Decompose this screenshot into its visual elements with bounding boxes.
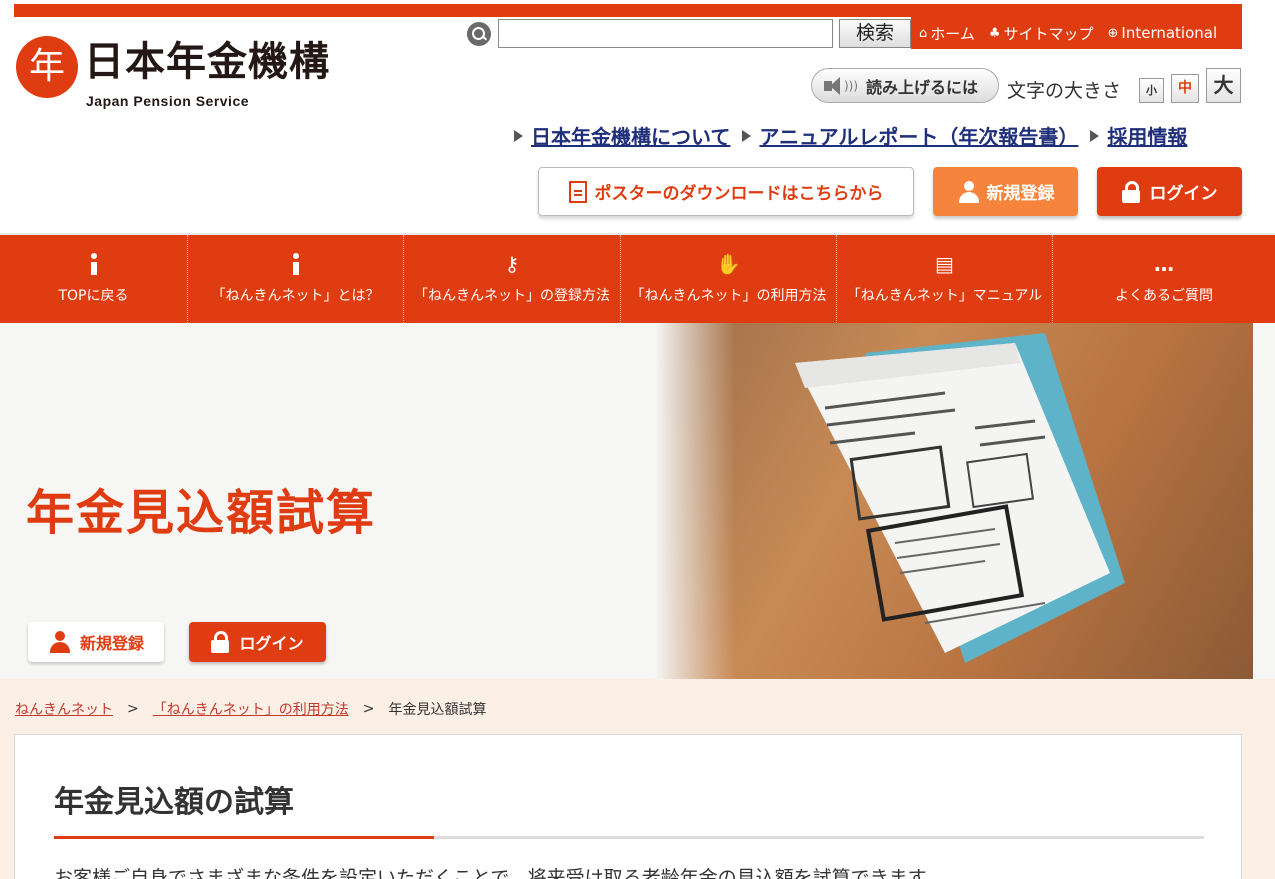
international-link[interactable]: ⊕ International xyxy=(1108,24,1218,42)
international-link-label: International xyxy=(1121,24,1218,42)
breadcrumb-separator: > xyxy=(362,701,375,717)
register-label: 新規登録 xyxy=(986,184,1055,204)
logo-title: 日本年金機構 xyxy=(84,39,330,85)
info-icon xyxy=(292,253,300,275)
nav-item-label: 「ねんきんネット」の登録方法 xyxy=(414,288,610,304)
booklet-image xyxy=(795,333,1125,663)
font-size-large-button[interactable]: 大 xyxy=(1206,68,1241,103)
hero-banner: 年金見込額試算 新規登録 ログイン xyxy=(0,323,1275,679)
logo-subtitle: Japan Pension Service xyxy=(86,93,250,109)
content-area: ねんきんネット > 「ねんきんネット」の利用方法 > 年金見込額試算 年金見込額… xyxy=(0,679,1275,879)
hero-login-button[interactable]: ログイン xyxy=(189,622,326,662)
font-size-medium-button[interactable]: 中 xyxy=(1171,74,1199,103)
person-icon xyxy=(957,180,981,203)
utility-nav: ⌂ ホーム ♣ サイトマップ ⊕ International xyxy=(911,17,1242,49)
breadcrumb-current: 年金見込額試算 xyxy=(388,702,487,718)
lock-icon xyxy=(211,631,230,653)
title-divider-accent xyxy=(54,836,434,839)
intro-text: お客様ご自身でさまざまな条件を設定いただくことで、将来受け取る老齢年金の見込額を… xyxy=(54,867,944,879)
nav-item-usage[interactable]: ✋ 「ねんきんネット」の利用方法 xyxy=(621,235,837,323)
triangle-right-icon xyxy=(514,129,523,142)
search-icon xyxy=(467,22,491,46)
login-label: ログイン xyxy=(1149,184,1218,204)
recruitment-label: 採用情報 xyxy=(1107,125,1188,149)
breadcrumb-separator: > xyxy=(127,701,139,717)
nav-item-top[interactable]: TOPに戻る xyxy=(0,235,188,323)
hero-photo xyxy=(655,323,1253,679)
hero-register-button[interactable]: 新規登録 xyxy=(28,622,164,662)
home-link-label: ホーム xyxy=(930,24,975,43)
logo-mark-icon: 年 xyxy=(16,36,78,98)
font-size-small-button[interactable]: 小 xyxy=(1139,78,1164,103)
info-icon xyxy=(90,253,98,275)
manual-icon: ▤ xyxy=(935,252,954,276)
sitemap-link-label: サイトマップ xyxy=(1003,24,1094,43)
font-size-label: 文字の大きさ xyxy=(1007,80,1122,102)
breadcrumb-link-usage[interactable]: 「ねんきんネット」の利用方法 xyxy=(153,699,349,719)
about-org-label: 日本年金機構について xyxy=(531,125,731,149)
read-aloud-label: 読み上げるには xyxy=(866,77,979,97)
poster-download-label: ポスターのダウンロードはこちらから xyxy=(594,184,884,204)
about-org-link[interactable]: 日本年金機構について xyxy=(514,121,730,150)
main-nav: TOPに戻る 「ねんきんネット」とは？ ⚷ 「ねんきんネット」の登録方法 ✋ 「… xyxy=(0,233,1275,323)
triangle-right-icon xyxy=(742,129,752,142)
home-link[interactable]: ⌂ ホーム xyxy=(919,23,975,44)
lock-icon xyxy=(1121,180,1140,203)
register-button[interactable]: 新規登録 xyxy=(933,167,1078,216)
hero-title: 年金見込額試算 xyxy=(26,485,377,541)
breadcrumb: ねんきんネット > 「ねんきんネット」の利用方法 > 年金見込額試算 xyxy=(15,699,486,719)
document-icon xyxy=(568,180,587,203)
triangle-right-icon xyxy=(1090,129,1100,142)
page-title: 年金見込額の試算 xyxy=(54,785,294,820)
login-button[interactable]: ログイン xyxy=(1097,167,1242,216)
hand-icon: ✋ xyxy=(716,252,741,276)
nav-item-faq[interactable]: … よくあるご質問 xyxy=(1053,235,1275,323)
nav-item-manual[interactable]: ▤ 「ねんきんネット」マニュアル xyxy=(837,235,1053,323)
hero-register-label: 新規登録 xyxy=(79,634,144,653)
sitemap-icon: ♣ xyxy=(988,25,1001,41)
annual-report-link[interactable]: アニュアルレポート（年次報告書） xyxy=(742,121,1078,150)
breadcrumb-link-nenkin-net[interactable]: ねんきんネット xyxy=(15,699,113,719)
annual-report-label: アニュアルレポート（年次報告書） xyxy=(759,125,1079,149)
search-input[interactable] xyxy=(498,19,833,48)
faq-icon: … xyxy=(1154,252,1174,276)
poster-download-button[interactable]: ポスターのダウンロードはこちらから xyxy=(538,167,914,216)
content-card: 年金見込額の試算 お客様ご自身でさまざまな条件を設定いただくことで、将来受け取る… xyxy=(14,734,1242,879)
read-aloud-button[interactable]: ))) 読み上げるには xyxy=(811,68,999,103)
nav-item-label: 「ねんきんネット」の利用方法 xyxy=(630,288,827,304)
nav-item-label: 「ねんきんネット」とは？ xyxy=(211,288,380,304)
key-icon: ⚷ xyxy=(504,252,520,276)
recruitment-link[interactable]: 採用情報 xyxy=(1090,121,1187,150)
sitemap-link[interactable]: ♣ サイトマップ xyxy=(989,23,1094,44)
nav-item-registration[interactable]: ⚷ 「ねんきんネット」の登録方法 xyxy=(404,235,621,323)
nav-item-label: 「ねんきんネット」マニュアル xyxy=(846,288,1043,304)
nav-item-label: TOPに戻る xyxy=(58,288,129,304)
hero-fade xyxy=(655,323,735,679)
org-links: 日本年金機構について アニュアルレポート（年次報告書） 採用情報 xyxy=(514,121,1187,150)
home-icon: ⌂ xyxy=(919,25,928,41)
search-button[interactable]: 検索 xyxy=(839,19,911,48)
site-logo[interactable]: 年 日本年金機構 Japan Pension Service xyxy=(16,36,356,112)
nav-item-about[interactable]: 「ねんきんネット」とは？ xyxy=(188,235,404,323)
globe-icon: ⊕ xyxy=(1107,25,1119,41)
top-accent-bar xyxy=(14,4,1242,17)
person-icon xyxy=(48,631,72,653)
hero-login-label: ログイン xyxy=(239,634,304,653)
speaker-icon: ))) xyxy=(824,76,858,95)
nav-item-label: よくあるご質問 xyxy=(1115,288,1213,304)
